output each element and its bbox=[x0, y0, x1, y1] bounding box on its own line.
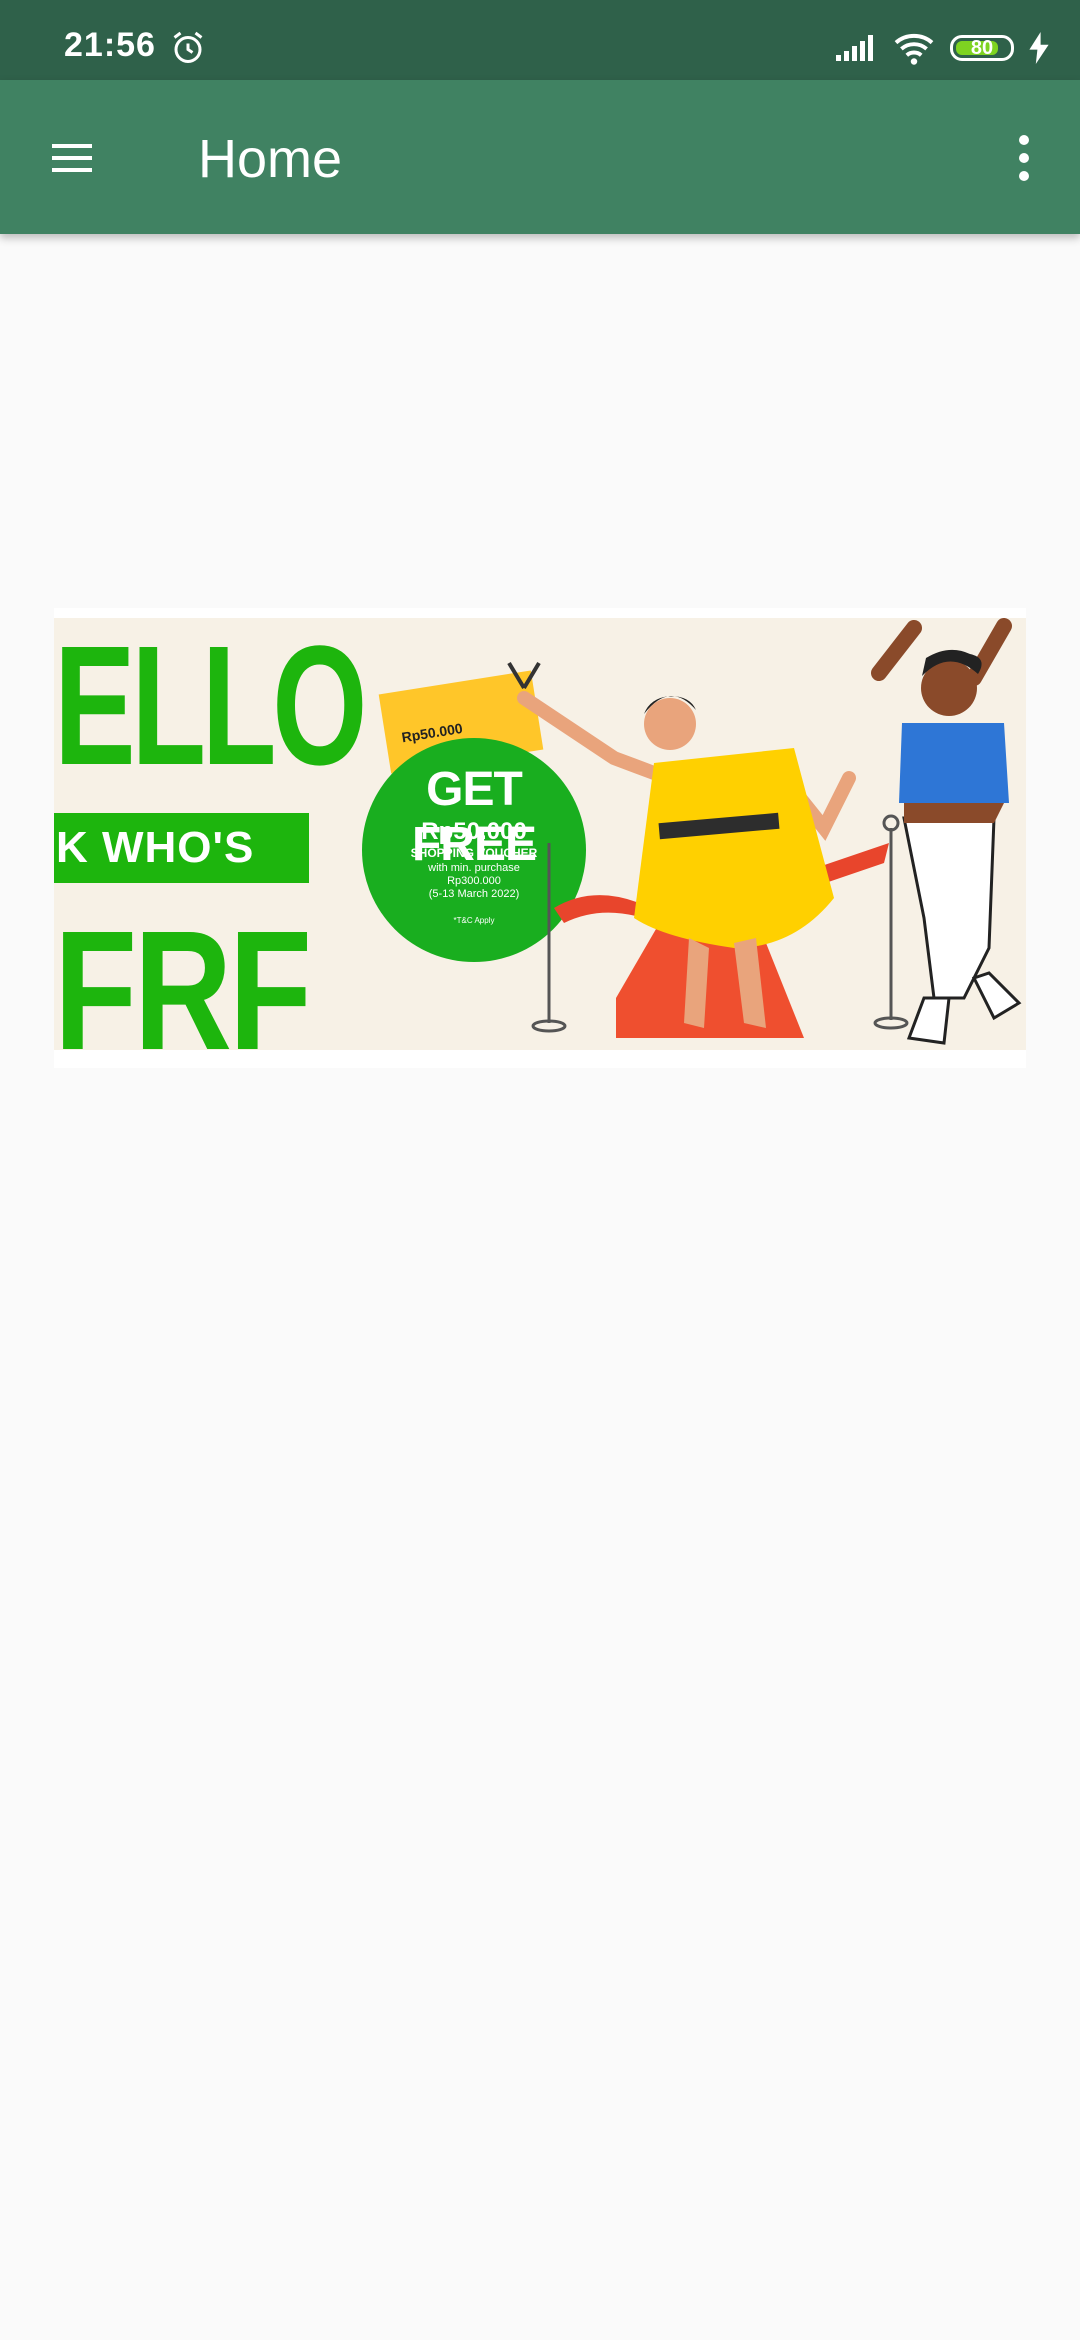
charging-icon bbox=[1029, 32, 1049, 64]
status-time: 21:56 bbox=[64, 26, 156, 64]
banner-illustration bbox=[507, 618, 1022, 1045]
wifi-icon bbox=[894, 33, 934, 65]
banner-headline-top: ELLO bbox=[54, 618, 367, 801]
alarm-icon bbox=[173, 31, 203, 63]
banner-image: ELLO K WHO'S FRF Rp50.000 GET FREE Rp50.… bbox=[54, 618, 1026, 1050]
battery-icon: 80 bbox=[950, 35, 1014, 61]
app-bar: Home bbox=[0, 80, 1080, 234]
more-vertical-icon[interactable] bbox=[992, 126, 1056, 190]
banner-headline-bar: K WHO'S bbox=[54, 813, 309, 883]
menu-icon[interactable] bbox=[36, 126, 108, 190]
battery-level: 80 bbox=[970, 36, 994, 59]
status-icons: 80 bbox=[834, 30, 1050, 66]
signal-icon bbox=[836, 35, 873, 61]
banner-headline-bottom: FRF bbox=[54, 896, 312, 1050]
status-bar: 21:56 80 bbox=[0, 0, 1080, 80]
banner-headline-middle: K WHO'S bbox=[56, 823, 255, 872]
promo-banner[interactable]: ELLO K WHO'S FRF Rp50.000 GET FREE Rp50.… bbox=[54, 608, 1026, 1068]
page-title: Home bbox=[198, 129, 343, 189]
